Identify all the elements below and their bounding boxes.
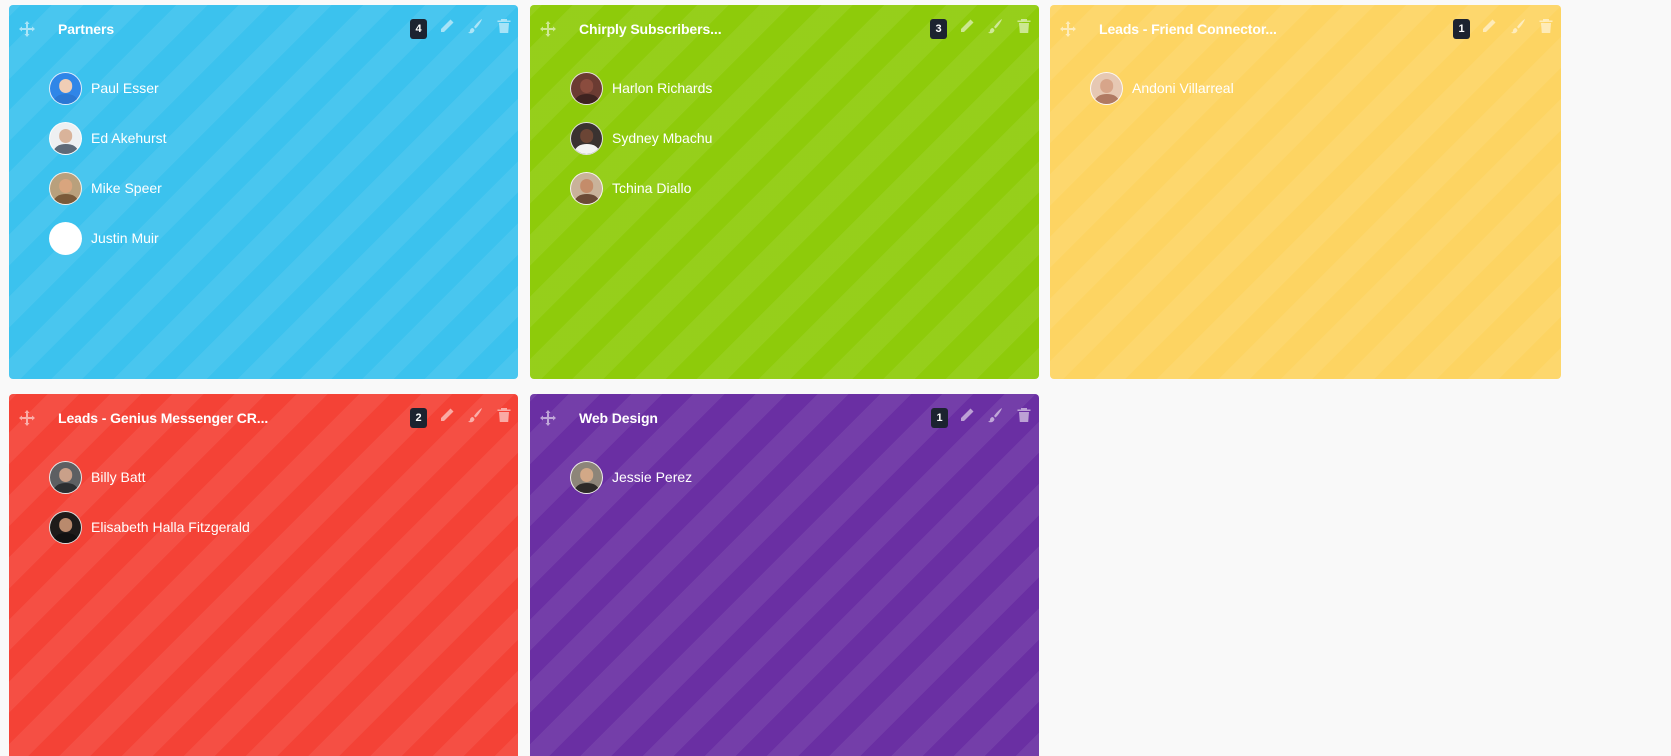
trash-icon[interactable] xyxy=(496,407,512,423)
list-item[interactable]: Justin Muir xyxy=(49,213,167,263)
member-name: Justin Muir xyxy=(91,230,159,246)
board-title[interactable]: Chirply Subscribers... xyxy=(579,21,722,37)
board-header: Web Design 1 xyxy=(530,394,1039,442)
board-header: Leads - Genius Messenger CR... 2 xyxy=(9,394,518,442)
paintbrush-icon[interactable] xyxy=(467,407,483,423)
paintbrush-icon[interactable] xyxy=(987,407,1003,423)
pencil-icon[interactable] xyxy=(1481,18,1497,34)
avatar xyxy=(49,510,82,544)
paintbrush-icon[interactable] xyxy=(467,18,483,34)
move-icon[interactable] xyxy=(19,21,35,37)
board-title[interactable]: Leads - Genius Messenger CR... xyxy=(58,410,268,426)
move-icon[interactable] xyxy=(1060,21,1076,37)
member-name: Andoni Villarreal xyxy=(1132,80,1234,96)
board-partners: Partners 4 Paul Esser Ed Akehurst Mike S… xyxy=(9,5,518,379)
avatar xyxy=(1090,71,1123,105)
pencil-icon[interactable] xyxy=(959,407,975,423)
board-header: Partners 4 xyxy=(9,5,518,53)
list-item[interactable]: Jessie Perez xyxy=(570,452,692,502)
pencil-icon[interactable] xyxy=(439,407,455,423)
member-list: Paul Esser Ed Akehurst Mike Speer Justin… xyxy=(49,63,167,263)
list-item[interactable]: Harlon Richards xyxy=(570,63,712,113)
avatar xyxy=(49,171,82,205)
list-item[interactable]: Ed Akehurst xyxy=(49,113,167,163)
member-name: Elisabeth Halla Fitzgerald xyxy=(91,519,250,535)
board-title[interactable]: Partners xyxy=(58,21,114,37)
move-icon[interactable] xyxy=(540,410,556,426)
member-count-badge: 2 xyxy=(410,408,427,428)
member-name: Sydney Mbachu xyxy=(612,130,713,146)
member-list: Andoni Villarreal xyxy=(1090,63,1234,113)
pencil-icon[interactable] xyxy=(439,18,455,34)
member-name: Billy Batt xyxy=(91,469,146,485)
trash-icon[interactable] xyxy=(1016,18,1032,34)
member-name: Jessie Perez xyxy=(612,469,693,485)
list-item[interactable]: Andoni Villarreal xyxy=(1090,63,1234,113)
paintbrush-icon[interactable] xyxy=(1510,18,1526,34)
member-count-badge: 1 xyxy=(1453,19,1470,39)
member-count-badge: 3 xyxy=(930,19,947,39)
board-leads-genius-messenger: Leads - Genius Messenger CR... 2 Billy B… xyxy=(9,394,518,756)
move-icon[interactable] xyxy=(540,21,556,37)
member-name: Ed Akehurst xyxy=(91,130,167,146)
board-header: Chirply Subscribers... 3 xyxy=(530,5,1039,53)
member-name: Harlon Richards xyxy=(612,80,713,96)
member-name: Mike Speer xyxy=(91,180,162,196)
list-item[interactable]: Elisabeth Halla Fitzgerald xyxy=(49,502,250,552)
list-item[interactable]: Tchina Diallo xyxy=(570,163,712,213)
avatar xyxy=(49,460,82,494)
member-list: Harlon Richards Sydney Mbachu Tchina Dia… xyxy=(570,63,712,213)
pencil-icon[interactable] xyxy=(959,18,975,34)
avatar xyxy=(49,121,82,155)
avatar xyxy=(570,460,603,494)
member-name: Paul Esser xyxy=(91,80,159,96)
member-name: Tchina Diallo xyxy=(612,180,692,196)
board-title[interactable]: Leads - Friend Connector... xyxy=(1099,21,1277,37)
board-web-design: Web Design 1 Jessie Perez xyxy=(530,394,1039,756)
board-chirply-subscribers: Chirply Subscribers... 3 Harlon Richards… xyxy=(530,5,1039,379)
board-title[interactable]: Web Design xyxy=(579,410,658,426)
board-header: Leads - Friend Connector... 1 xyxy=(1050,5,1561,53)
move-icon[interactable] xyxy=(19,410,35,426)
avatar xyxy=(570,171,603,205)
avatar xyxy=(570,121,603,155)
list-item[interactable]: Mike Speer xyxy=(49,163,167,213)
member-list: Billy Batt Elisabeth Halla Fitzgerald xyxy=(49,452,250,552)
member-count-badge: 4 xyxy=(410,19,427,39)
board-leads-friend-connector: Leads - Friend Connector... 1 Andoni Vil… xyxy=(1050,5,1561,379)
avatar xyxy=(570,71,603,105)
trash-icon[interactable] xyxy=(1016,407,1032,423)
paintbrush-icon[interactable] xyxy=(987,18,1003,34)
list-item[interactable]: Paul Esser xyxy=(49,63,167,113)
trash-icon[interactable] xyxy=(1538,18,1554,34)
member-count-badge: 1 xyxy=(931,408,948,428)
trash-icon[interactable] xyxy=(496,18,512,34)
list-item[interactable]: Billy Batt xyxy=(49,452,250,502)
member-list: Jessie Perez xyxy=(570,452,692,502)
avatar xyxy=(49,221,82,255)
avatar xyxy=(49,71,82,105)
list-item[interactable]: Sydney Mbachu xyxy=(570,113,712,163)
